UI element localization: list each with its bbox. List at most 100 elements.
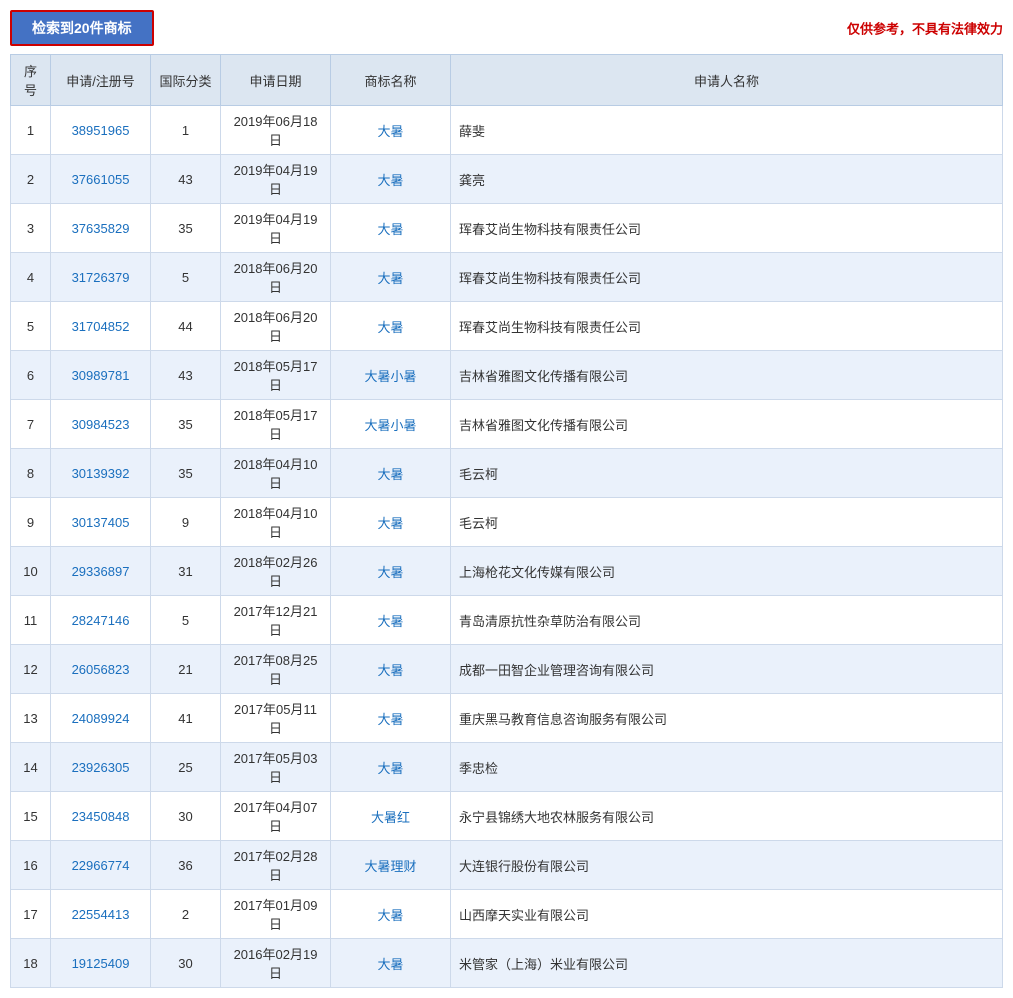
trademark-link[interactable]: 大暑理财 — [364, 859, 416, 874]
cell-appno[interactable]: 26056823 — [51, 645, 151, 694]
trademark-link[interactable]: 大暑 — [377, 663, 403, 678]
cell-appno[interactable]: 23450848 — [51, 792, 151, 841]
cell-appdate: 2017年01月09日 — [221, 890, 331, 939]
cell-appno[interactable]: 30139392 — [51, 449, 151, 498]
cell-appno[interactable]: 24089924 — [51, 694, 151, 743]
cell-trademark[interactable]: 大暑 — [331, 498, 451, 547]
cell-appno[interactable]: 37635829 — [51, 204, 151, 253]
cell-appno[interactable]: 22554413 — [51, 890, 151, 939]
cell-appdate: 2018年05月17日 — [221, 351, 331, 400]
appno-link[interactable]: 23450848 — [72, 809, 130, 824]
trademark-link[interactable]: 大暑 — [377, 124, 403, 139]
cell-trademark[interactable]: 大暑小暑 — [331, 400, 451, 449]
cell-trademark[interactable]: 大暑红 — [331, 792, 451, 841]
appno-link[interactable]: 37661055 — [72, 172, 130, 187]
trademark-link[interactable]: 大暑 — [377, 565, 403, 580]
appno-link[interactable]: 19125409 — [72, 956, 130, 971]
cell-appno[interactable]: 31726379 — [51, 253, 151, 302]
cell-seq: 3 — [11, 204, 51, 253]
cell-intcls: 9 — [151, 498, 221, 547]
page-wrapper: 检索到20件商标 仅供参考，不具有法律效力 序号 申请/注册号 国际分类 申请日… — [0, 0, 1013, 998]
cell-applicant: 毛云柯 — [451, 498, 1003, 547]
trademark-link[interactable]: 大暑 — [377, 173, 403, 188]
cell-appdate: 2017年05月03日 — [221, 743, 331, 792]
appno-link[interactable]: 37635829 — [72, 221, 130, 236]
cell-trademark[interactable]: 大暑理财 — [331, 841, 451, 890]
trademark-link[interactable]: 大暑 — [377, 614, 403, 629]
cell-trademark[interactable]: 大暑 — [331, 694, 451, 743]
cell-intcls: 44 — [151, 302, 221, 351]
cell-trademark[interactable]: 大暑 — [331, 302, 451, 351]
appno-link[interactable]: 31704852 — [72, 319, 130, 334]
cell-intcls: 25 — [151, 743, 221, 792]
cell-trademark[interactable]: 大暑 — [331, 106, 451, 155]
cell-appno[interactable]: 37661055 — [51, 155, 151, 204]
cell-appno[interactable]: 30989781 — [51, 351, 151, 400]
appno-link[interactable]: 31726379 — [72, 270, 130, 285]
cell-appno[interactable]: 30137405 — [51, 498, 151, 547]
search-result-button[interactable]: 检索到20件商标 — [10, 10, 154, 46]
appno-link[interactable]: 23926305 — [72, 760, 130, 775]
cell-trademark[interactable]: 大暑 — [331, 449, 451, 498]
appno-link[interactable]: 24089924 — [72, 711, 130, 726]
appno-link[interactable]: 29336897 — [72, 564, 130, 579]
cell-trademark[interactable]: 大暑 — [331, 596, 451, 645]
cell-trademark[interactable]: 大暑 — [331, 939, 451, 988]
trademark-link[interactable]: 大暑小暑 — [364, 369, 416, 384]
cell-intcls: 36 — [151, 841, 221, 890]
cell-seq: 18 — [11, 939, 51, 988]
cell-appdate: 2018年06月20日 — [221, 302, 331, 351]
col-header-name: 商标名称 — [331, 55, 451, 106]
cell-trademark[interactable]: 大暑 — [331, 155, 451, 204]
trademark-link[interactable]: 大暑 — [377, 222, 403, 237]
trademark-link[interactable]: 大暑 — [377, 957, 403, 972]
trademark-link[interactable]: 大暑 — [377, 712, 403, 727]
cell-appno[interactable]: 38951965 — [51, 106, 151, 155]
cell-appno[interactable]: 30984523 — [51, 400, 151, 449]
appno-link[interactable]: 30989781 — [72, 368, 130, 383]
appno-link[interactable]: 30137405 — [72, 515, 130, 530]
cell-appno[interactable]: 19125409 — [51, 939, 151, 988]
appno-link[interactable]: 30984523 — [72, 417, 130, 432]
appno-link[interactable]: 30139392 — [72, 466, 130, 481]
cell-appno[interactable]: 22966774 — [51, 841, 151, 890]
trademark-link[interactable]: 大暑 — [377, 516, 403, 531]
cell-trademark[interactable]: 大暑 — [331, 890, 451, 939]
cell-applicant: 季忠检 — [451, 743, 1003, 792]
cell-intcls: 2 — [151, 890, 221, 939]
cell-trademark[interactable]: 大暑 — [331, 204, 451, 253]
table-row: 1324089924412017年05月11日大暑重庆黑马教育信息咨询服务有限公… — [11, 694, 1003, 743]
appno-link[interactable]: 26056823 — [72, 662, 130, 677]
trademark-link[interactable]: 大暑小暑 — [364, 418, 416, 433]
cell-trademark[interactable]: 大暑 — [331, 547, 451, 596]
appno-link[interactable]: 22554413 — [72, 907, 130, 922]
cell-applicant: 重庆黑马教育信息咨询服务有限公司 — [451, 694, 1003, 743]
cell-applicant: 薛斐 — [451, 106, 1003, 155]
cell-appno[interactable]: 29336897 — [51, 547, 151, 596]
cell-appno[interactable]: 23926305 — [51, 743, 151, 792]
trademark-link[interactable]: 大暑 — [377, 908, 403, 923]
cell-appno[interactable]: 28247146 — [51, 596, 151, 645]
table-row: 112824714652017年12月21日大暑青岛清原抗性杂草防治有限公司 — [11, 596, 1003, 645]
trademark-link[interactable]: 大暑 — [377, 271, 403, 286]
trademark-link[interactable]: 大暑 — [377, 761, 403, 776]
cell-appdate: 2016年02月19日 — [221, 939, 331, 988]
table-row: 1819125409302016年02月19日大暑米管家（上海）米业有限公司 — [11, 939, 1003, 988]
appno-link[interactable]: 22966774 — [72, 858, 130, 873]
cell-trademark[interactable]: 大暑 — [331, 743, 451, 792]
trademark-link[interactable]: 大暑红 — [371, 810, 410, 825]
cell-applicant: 上海枪花文化传媒有限公司 — [451, 547, 1003, 596]
cell-seq: 16 — [11, 841, 51, 890]
appno-link[interactable]: 38951965 — [72, 123, 130, 138]
cell-trademark[interactable]: 大暑 — [331, 645, 451, 694]
appno-link[interactable]: 28247146 — [72, 613, 130, 628]
cell-trademark[interactable]: 大暑小暑 — [331, 351, 451, 400]
cell-trademark[interactable]: 大暑 — [331, 253, 451, 302]
trademark-link[interactable]: 大暑 — [377, 320, 403, 335]
trademark-link[interactable]: 大暑 — [377, 467, 403, 482]
table-row: 730984523352018年05月17日大暑小暑吉林省雅图文化传播有限公司 — [11, 400, 1003, 449]
cell-appdate: 2018年05月17日 — [221, 400, 331, 449]
cell-intcls: 30 — [151, 792, 221, 841]
col-header-intcls: 国际分类 — [151, 55, 221, 106]
cell-appno[interactable]: 31704852 — [51, 302, 151, 351]
